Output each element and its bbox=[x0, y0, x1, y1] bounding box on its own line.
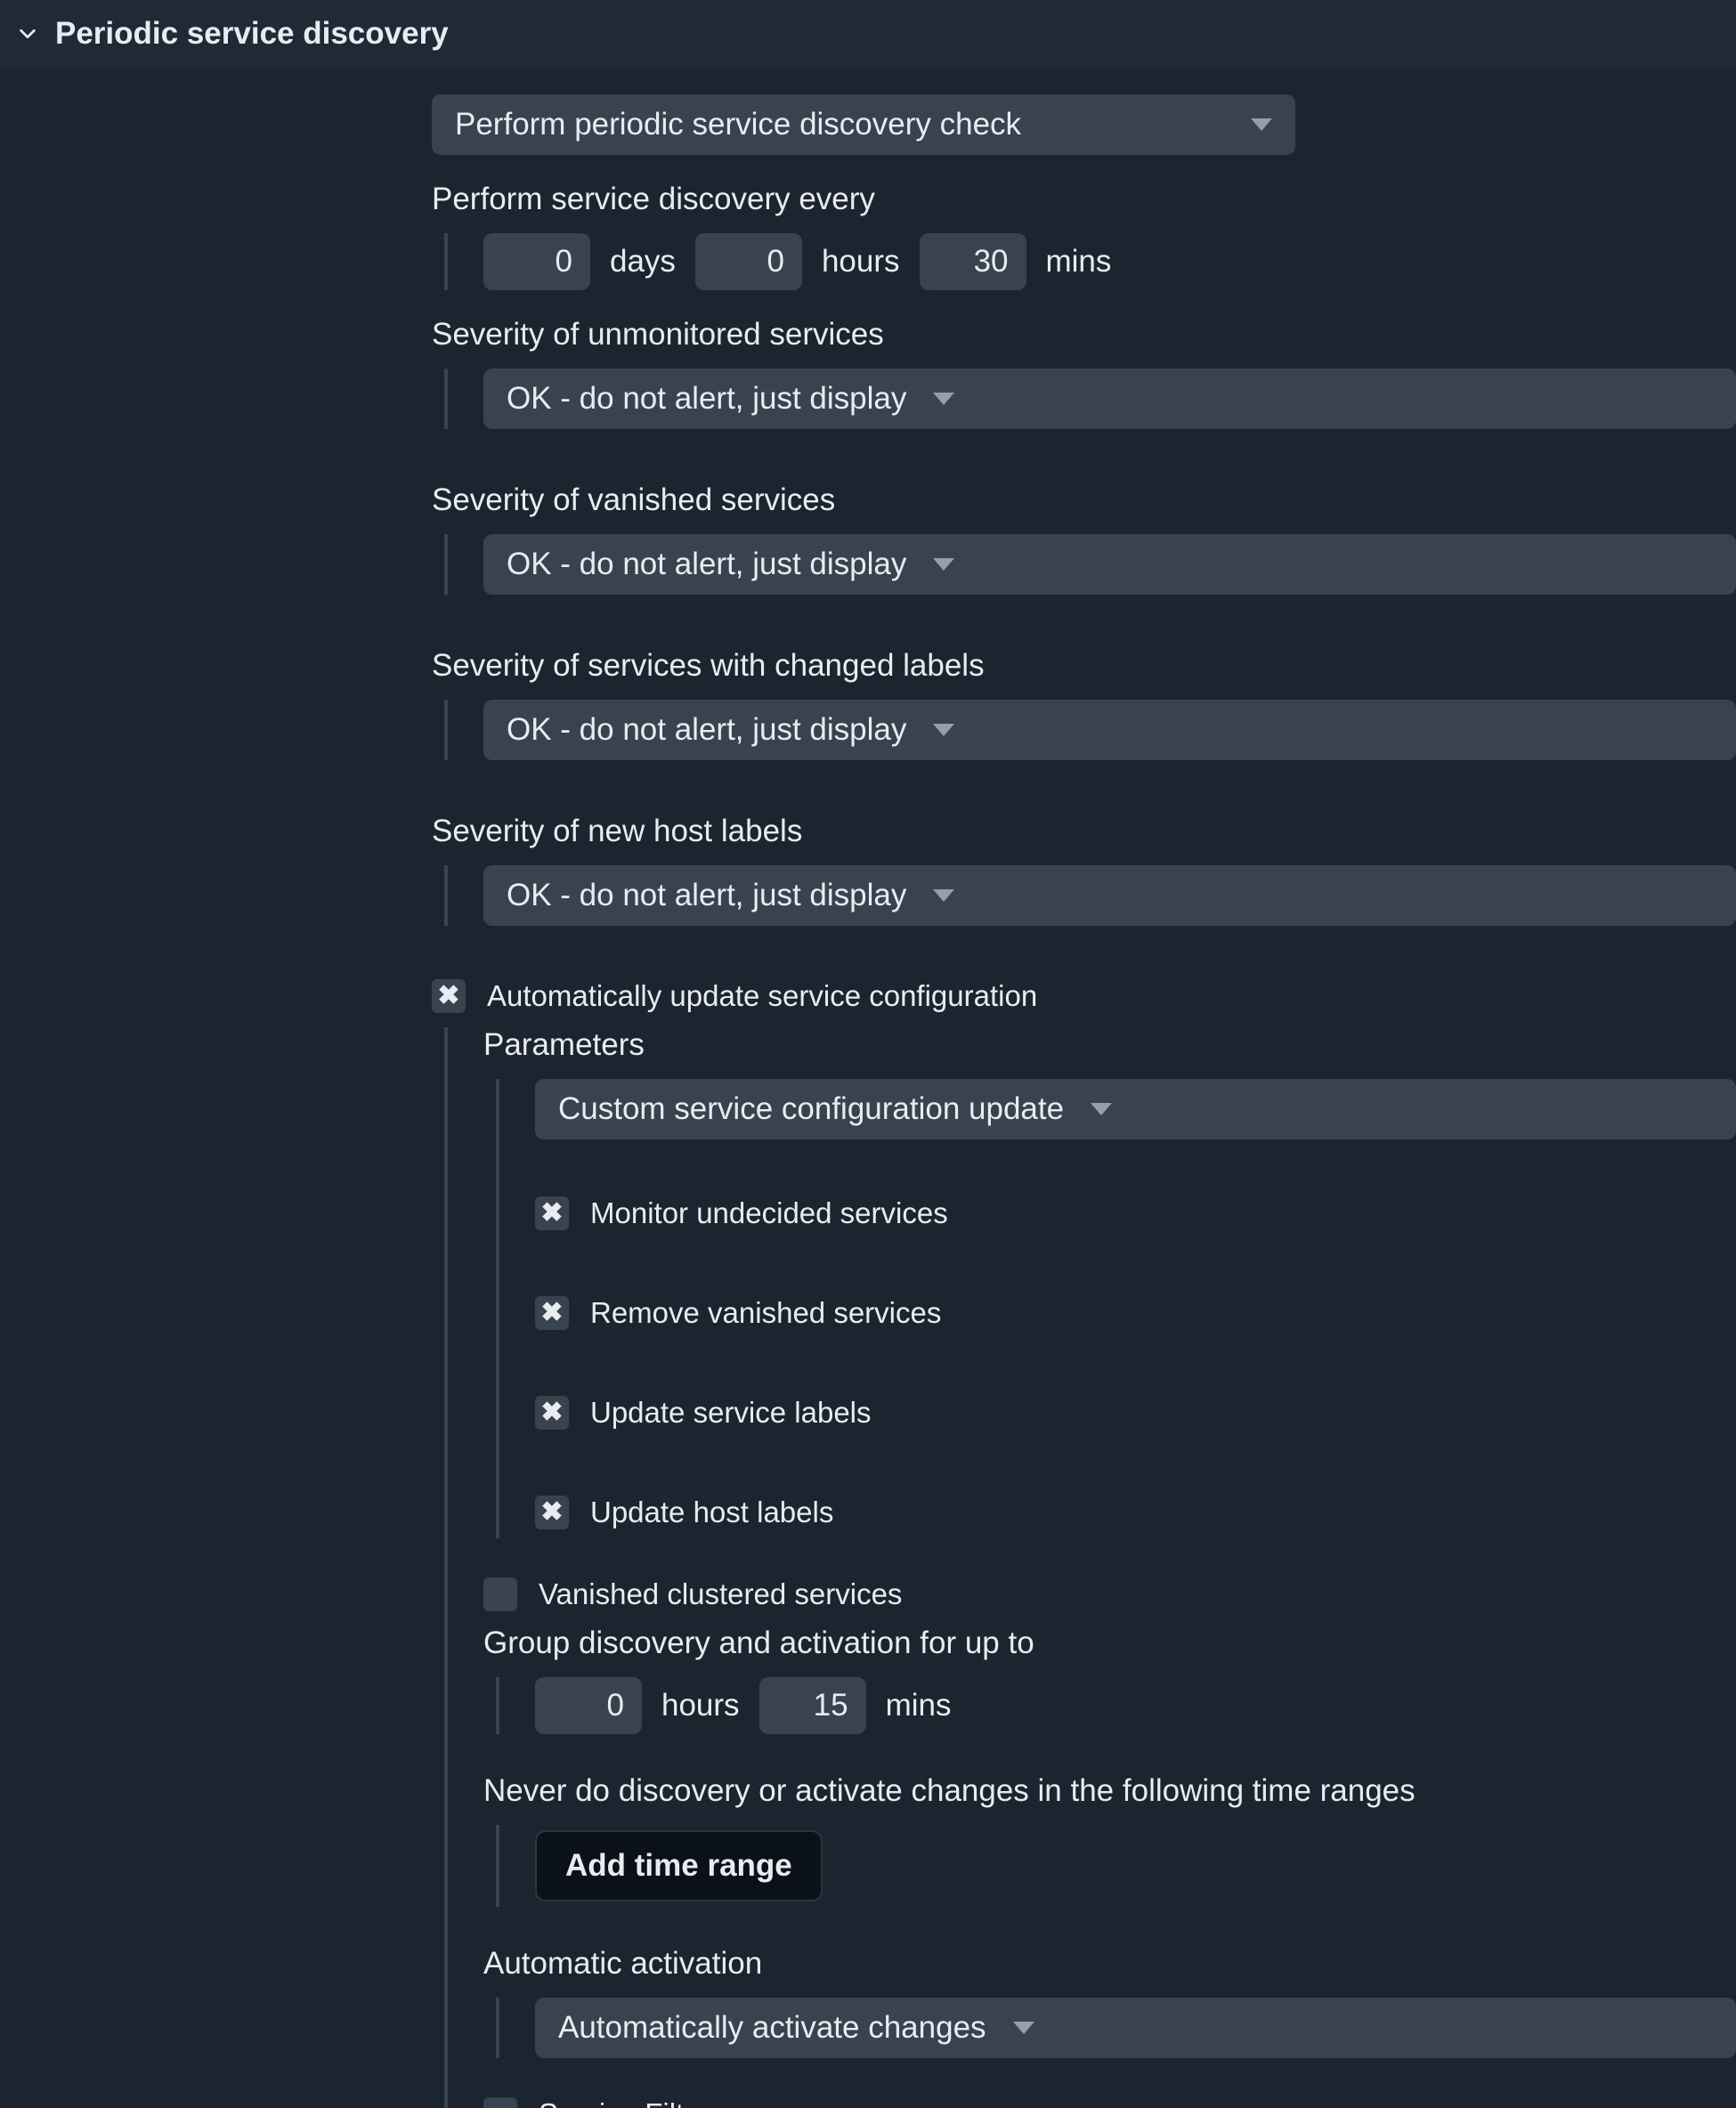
update-service-labels-label: Update service labels bbox=[590, 1396, 872, 1430]
interval-days-unit: days bbox=[610, 244, 676, 280]
chevron-down-icon bbox=[18, 24, 37, 44]
update-service-labels-row: Update service labels bbox=[535, 1396, 1736, 1430]
service-filters-checkbox[interactable] bbox=[483, 2097, 517, 2108]
interval-hours-unit: hours bbox=[822, 244, 900, 280]
sev-unmonitored-value: OK - do not alert, just display bbox=[507, 381, 906, 417]
auto-activation-select[interactable]: Automatically activate changes bbox=[535, 1998, 1736, 2058]
never-discovery-label: Never do discovery or activate changes i… bbox=[483, 1773, 1736, 1809]
section-title: Periodic service discovery bbox=[55, 16, 449, 52]
dropdown-arrow-icon bbox=[933, 558, 954, 571]
vanished-clustered-checkbox[interactable] bbox=[483, 1577, 517, 1611]
update-host-labels-checkbox[interactable] bbox=[535, 1496, 569, 1529]
content-area: Perform periodic service discovery check… bbox=[0, 68, 1736, 2108]
remove-vanished-label: Remove vanished services bbox=[590, 1296, 941, 1330]
group-mins-input[interactable]: 15 bbox=[759, 1677, 866, 1734]
sev-unmonitored-select[interactable]: OK - do not alert, just display bbox=[483, 369, 1736, 429]
group-hours-input[interactable]: 0 bbox=[535, 1677, 642, 1734]
interval-hours-input[interactable]: 0 bbox=[695, 233, 802, 290]
sev-changed-label: Severity of services with changed labels bbox=[432, 648, 1736, 684]
custom-update-value: Custom service configuration update bbox=[558, 1091, 1064, 1127]
add-time-range-button[interactable]: Add time range bbox=[535, 1830, 823, 1901]
auto-activation-label: Automatic activation bbox=[483, 1946, 1736, 1982]
dropdown-arrow-icon bbox=[1091, 1103, 1112, 1115]
sev-changed-value: OK - do not alert, just display bbox=[507, 712, 906, 748]
section-header[interactable]: Periodic service discovery bbox=[0, 0, 1736, 68]
sev-unmonitored-label: Severity of unmonitored services bbox=[432, 317, 1736, 353]
group-hours-unit: hours bbox=[661, 1688, 740, 1723]
dropdown-arrow-icon bbox=[933, 393, 954, 405]
vanished-clustered-row: Vanished clustered services bbox=[483, 1577, 1736, 1611]
auto-update-checkbox[interactable] bbox=[432, 979, 466, 1013]
service-filters-label: Service Filters bbox=[539, 2097, 725, 2108]
sev-vanished-value: OK - do not alert, just display bbox=[507, 547, 906, 582]
dropdown-arrow-icon bbox=[1251, 118, 1272, 131]
monitor-undecided-row: Monitor undecided services bbox=[535, 1196, 1736, 1230]
sev-hostlabels-select[interactable]: OK - do not alert, just display bbox=[483, 865, 1736, 926]
auto-update-label: Automatically update service configurati… bbox=[487, 979, 1037, 1013]
remove-vanished-row: Remove vanished services bbox=[535, 1296, 1736, 1330]
monitor-undecided-checkbox[interactable] bbox=[535, 1196, 569, 1230]
group-interval-inputs: 0 hours 15 mins bbox=[535, 1677, 1736, 1734]
interval-inputs: 0 days 0 hours 30 mins bbox=[483, 233, 1736, 290]
interval-days-input[interactable]: 0 bbox=[483, 233, 590, 290]
discovery-mode-select[interactable]: Perform periodic service discovery check bbox=[432, 94, 1295, 155]
service-filters-row: Service Filters bbox=[483, 2097, 1736, 2108]
update-host-labels-label: Update host labels bbox=[590, 1496, 833, 1529]
group-discovery-label: Group discovery and activation for up to bbox=[483, 1626, 1736, 1661]
interval-mins-input[interactable]: 30 bbox=[920, 233, 1026, 290]
monitor-undecided-label: Monitor undecided services bbox=[590, 1196, 948, 1230]
sev-hostlabels-label: Severity of new host labels bbox=[432, 814, 1736, 849]
custom-update-select[interactable]: Custom service configuration update bbox=[535, 1079, 1736, 1139]
sev-changed-select[interactable]: OK - do not alert, just display bbox=[483, 700, 1736, 760]
parameters-label: Parameters bbox=[483, 1027, 1736, 1063]
group-mins-unit: mins bbox=[886, 1688, 952, 1723]
vanished-clustered-label: Vanished clustered services bbox=[539, 1577, 902, 1611]
auto-update-row: Automatically update service configurati… bbox=[432, 979, 1736, 1013]
auto-activation-value: Automatically activate changes bbox=[558, 2010, 986, 2046]
update-service-labels-checkbox[interactable] bbox=[535, 1396, 569, 1430]
auto-update-body: Parameters Custom service configuration … bbox=[444, 1027, 1736, 2108]
sev-hostlabels-value: OK - do not alert, just display bbox=[507, 878, 906, 913]
remove-vanished-checkbox[interactable] bbox=[535, 1296, 569, 1330]
interval-mins-unit: mins bbox=[1046, 244, 1112, 280]
sev-vanished-label: Severity of vanished services bbox=[432, 482, 1736, 518]
dropdown-arrow-icon bbox=[933, 724, 954, 736]
sev-vanished-select[interactable]: OK - do not alert, just display bbox=[483, 534, 1736, 595]
update-host-labels-row: Update host labels bbox=[535, 1496, 1736, 1529]
dropdown-arrow-icon bbox=[1013, 2022, 1034, 2034]
interval-label: Perform service discovery every bbox=[432, 182, 1736, 217]
discovery-mode-value: Perform periodic service discovery check bbox=[455, 107, 1021, 142]
dropdown-arrow-icon bbox=[933, 889, 954, 902]
